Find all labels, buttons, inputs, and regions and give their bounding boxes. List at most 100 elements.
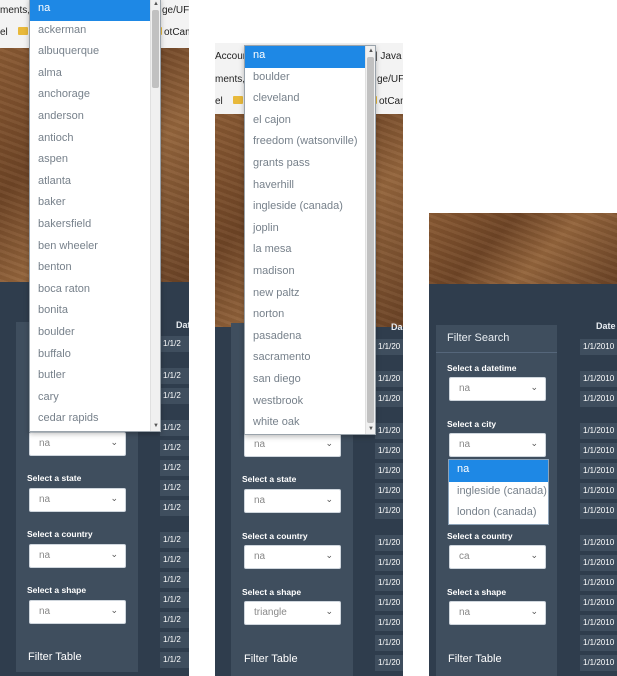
dropdown-option[interactable]: baker <box>30 193 160 215</box>
city-select[interactable]: na ⌄ <box>29 432 126 456</box>
scroll-up-icon[interactable]: ▲ <box>151 0 160 9</box>
dropdown-option[interactable]: cedar rapids <box>30 409 160 431</box>
date-cell: 1/1/20 <box>375 575 403 591</box>
city-dropdown-list[interactable]: na ingleside (canada) london (canada) <box>448 459 549 525</box>
chrome-text: otCamp <box>164 27 189 38</box>
scroll-down-icon[interactable]: ▼ <box>366 424 375 434</box>
dropdown-option[interactable]: ben wheeler <box>30 237 160 259</box>
dropdown-option[interactable]: grants pass <box>245 154 375 176</box>
state-select[interactable]: na ⌄ <box>29 488 126 512</box>
dropdown-option[interactable]: bakersfield <box>30 215 160 237</box>
scroll-down-icon[interactable]: ▼ <box>151 421 160 431</box>
date-cell: 1/1/20 <box>375 391 403 407</box>
dropdown-option[interactable]: buffalo <box>30 345 160 367</box>
chrome-text: | Java <box>375 51 402 62</box>
dropdown-option[interactable]: norton <box>245 305 375 327</box>
divider <box>436 352 557 353</box>
scrollbar-thumb[interactable] <box>152 10 159 88</box>
filter-table-button[interactable]: Filter Table <box>28 651 82 663</box>
dropdown-option[interactable]: albuquerque <box>30 42 160 64</box>
dropdown-option[interactable]: cleveland <box>245 89 375 111</box>
city-dropdown-list[interactable]: na ackerman albuquerque alma anchorage anders… <box>29 0 161 432</box>
date-cell: 1/1/2010 <box>580 423 617 439</box>
date-cell: 1/1/2 <box>160 652 189 668</box>
scrollbar[interactable]: ▲ ▼ <box>150 0 160 431</box>
dropdown-option[interactable]: anderson <box>30 107 160 129</box>
dropdown-option[interactable]: san diego <box>245 370 375 392</box>
shape-select[interactable]: na ⌄ <box>449 601 546 625</box>
dropdown-option[interactable]: el cajon <box>245 111 375 133</box>
scroll-up-icon[interactable]: ▲ <box>366 46 375 56</box>
shape-label: Select a shape <box>242 587 302 597</box>
dropdown-option[interactable]: boulder <box>30 323 160 345</box>
date-cell: 1/1/20 <box>375 443 403 459</box>
chevron-down-icon: ⌄ <box>325 494 333 504</box>
scrollbar-thumb[interactable] <box>367 57 374 423</box>
dropdown-option[interactable]: ackerman <box>30 21 160 43</box>
dropdown-option[interactable]: pasadena <box>245 327 375 349</box>
city-select[interactable]: na ⌄ <box>244 433 341 457</box>
dropdown-option[interactable]: haverhill <box>245 176 375 198</box>
dropdown-option[interactable]: madison <box>245 262 375 284</box>
chevron-down-icon: ⌄ <box>530 438 538 448</box>
dropdown-option[interactable]: na <box>449 460 548 482</box>
date-cell: 1/1/2010 <box>580 503 617 519</box>
chrome-text: otCamp <box>379 96 403 107</box>
screenshot-panel-3: Filter Search Select a datetime na ⌄ Sele… <box>429 213 617 676</box>
dropdown-option[interactable]: butler <box>30 366 160 388</box>
dropdown-option[interactable]: ingleside (canada) <box>245 197 375 219</box>
dropdown-option[interactable]: na <box>245 46 375 68</box>
dropdown-option[interactable]: atlanta <box>30 172 160 194</box>
date-cell: 1/1/2 <box>160 480 189 496</box>
dropdown-option[interactable]: boulder <box>245 68 375 90</box>
dropdown-option[interactable]: boca raton <box>30 280 160 302</box>
dropdown-option[interactable]: antioch <box>30 129 160 151</box>
dropdown-option[interactable]: freedom (watsonville) <box>245 132 375 154</box>
scrollbar[interactable]: ▲ ▼ <box>365 46 375 434</box>
dropdown-option[interactable]: sacramento <box>245 348 375 370</box>
chrome-text: ge/UF <box>162 5 189 16</box>
country-select[interactable]: na ⌄ <box>29 544 126 568</box>
dropdown-option[interactable]: white oak <box>245 413 375 434</box>
date-cell: 1/1/2 <box>160 368 189 384</box>
dropdown-option[interactable]: joplin <box>245 219 375 241</box>
dropdown-option[interactable]: la mesa <box>245 240 375 262</box>
dropdown-option[interactable]: london (canada) <box>449 503 548 525</box>
dropdown-option[interactable]: alma <box>30 64 160 86</box>
country-select[interactable]: ca ⌄ <box>449 545 546 569</box>
date-cell: 1/1/2 <box>160 532 189 548</box>
date-cell: 1/1/2010 <box>580 635 617 651</box>
chevron-down-icon: ⌄ <box>325 550 333 560</box>
dropdown-option[interactable]: westbrook <box>245 392 375 414</box>
header-image <box>429 213 617 284</box>
city-select[interactable]: na ⌄ <box>449 433 546 457</box>
dropdown-option[interactable]: na <box>30 0 160 21</box>
country-select[interactable]: na ⌄ <box>244 545 341 569</box>
dropdown-option[interactable]: benton <box>30 258 160 280</box>
date-cell: 1/1/20 <box>375 615 403 631</box>
dropdown-option[interactable]: ingleside (canada) <box>449 482 548 504</box>
state-select[interactable]: na ⌄ <box>244 489 341 513</box>
screenshot-panel-2: Accoun | Java ments, ge/UF el otCamp na⌄… <box>215 43 403 676</box>
filter-table-button[interactable]: Filter Table <box>448 653 502 665</box>
date-cell: 1/1/2 <box>160 552 189 568</box>
date-cell: 1/1/2010 <box>580 595 617 611</box>
date-cell: 1/1/2 <box>160 500 189 516</box>
city-label: Select a city <box>447 419 497 429</box>
dropdown-option[interactable]: aspen <box>30 150 160 172</box>
shape-select[interactable]: triangle ⌄ <box>244 601 341 625</box>
dropdown-option[interactable]: anchorage <box>30 85 160 107</box>
chevron-down-icon: ⌄ <box>110 605 118 615</box>
dropdown-option[interactable]: new paltz <box>245 284 375 306</box>
shape-select[interactable]: na ⌄ <box>29 600 126 624</box>
datetime-select[interactable]: na ⌄ <box>449 377 546 401</box>
dropdown-option[interactable]: bonita <box>30 301 160 323</box>
dropdown-option[interactable]: cary <box>30 388 160 410</box>
date-cell: 1/1/2 <box>160 420 189 436</box>
date-column: Da 1/1/20 1/1/20 1/1/20 1/1/20 1/1/20 1/1/20 1… <box>375 319 403 676</box>
date-cell: 1/1/2010 <box>580 655 617 671</box>
filter-table-button[interactable]: Filter Table <box>244 653 298 665</box>
city-dropdown-list[interactable]: na boulder cleveland el cajon freedom (watso… <box>244 45 376 435</box>
folder-icon <box>18 27 28 35</box>
chevron-down-icon: ⌄ <box>325 606 333 616</box>
